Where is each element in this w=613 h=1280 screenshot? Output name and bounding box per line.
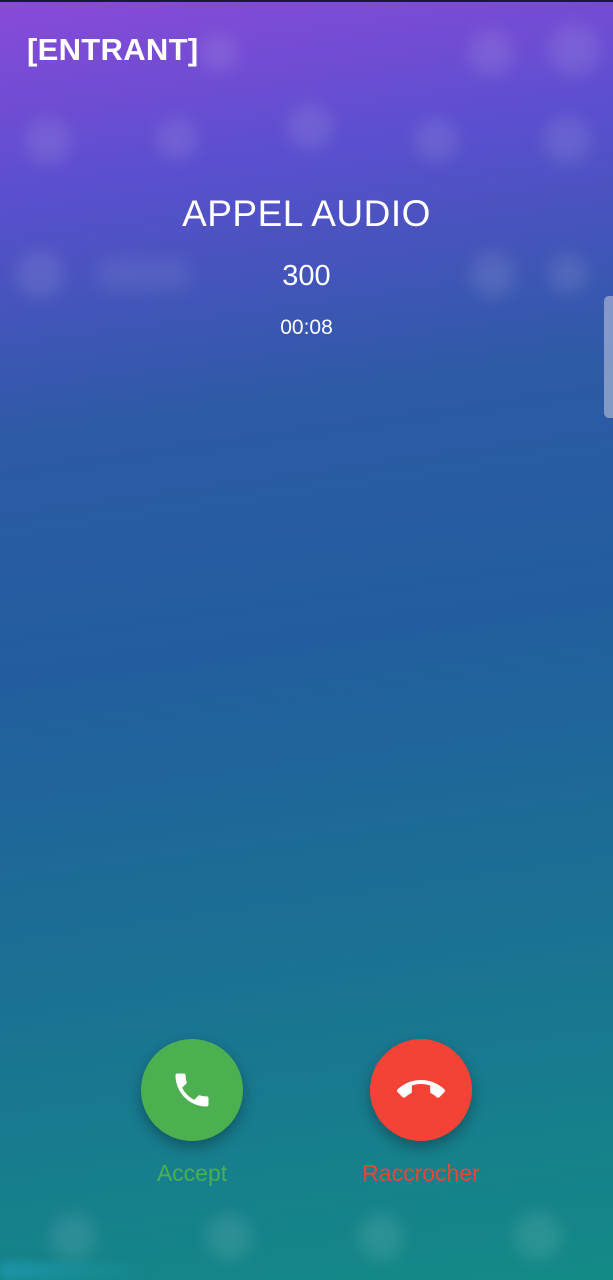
phone-hangup-icon: [397, 1080, 445, 1098]
phone-icon: [175, 1073, 209, 1107]
call-timer: 00:08: [280, 316, 333, 339]
accept-call-label: Accept: [156, 1160, 228, 1186]
screen-top-edge: [0, 0, 613, 2]
call-type-title: APPEL AUDIO: [182, 193, 431, 234]
edge-panel-handle[interactable]: [604, 296, 613, 418]
hang-up-button[interactable]: [370, 1039, 472, 1141]
bottom-glow: [0, 1262, 150, 1280]
caller-number: 300: [282, 260, 331, 292]
call-direction-label: [ENTRANT]: [27, 32, 199, 67]
accept-call-button[interactable]: [141, 1039, 243, 1141]
hang-up-label: Raccrocher: [362, 1160, 480, 1186]
